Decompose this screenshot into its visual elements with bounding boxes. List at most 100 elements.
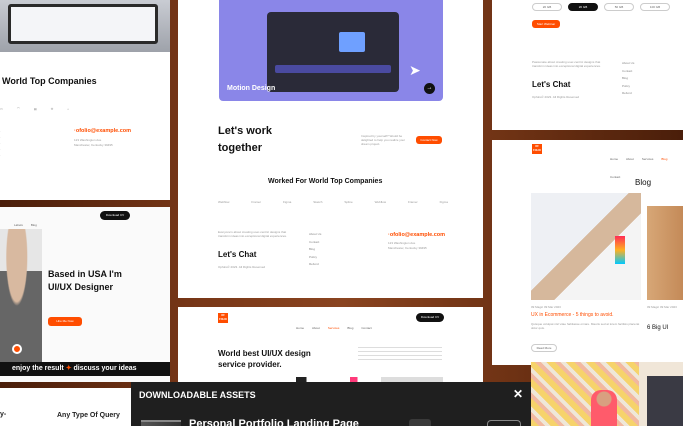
marquee-banner: enjoy the result ✦ discuss your ideas xyxy=(0,362,170,376)
cta-heading-line2: together xyxy=(218,142,262,154)
preview-card-left-bottom[interactable]: Labels Blog Download CV Based in USA I'm … xyxy=(0,207,170,382)
footer-link[interactable]: Contact xyxy=(622,68,634,76)
nav-item[interactable]: Blog xyxy=(347,326,353,330)
preview-card-center-bottom[interactable]: OF FOLIO Home About Services Blog Contact Dow… xyxy=(178,307,483,387)
footer-link[interactable]: Blog xyxy=(622,75,634,83)
post-date: 09 Magic 09 Mar 2023 xyxy=(531,305,561,309)
banner-text: discuss your ideas xyxy=(73,365,137,372)
company-logo: Webflow xyxy=(374,200,387,204)
hero-heading-line2: UI/UX Designer xyxy=(48,282,114,292)
arrow-button-icon[interactable]: → xyxy=(424,83,435,94)
nav-item[interactable]: About xyxy=(626,157,634,161)
person-image xyxy=(647,376,683,426)
nav-item[interactable]: Home xyxy=(610,157,618,161)
contact-now-button[interactable]: Contact Now xyxy=(416,136,442,144)
record-icon[interactable] xyxy=(12,344,22,354)
download-cv-button[interactable]: Download CV xyxy=(100,211,130,220)
query-heading: Any Type Of Query xyxy=(57,412,120,419)
company-logo: ⌂ xyxy=(67,107,70,111)
post-title[interactable]: 6 Big UI xyxy=(647,325,668,331)
hero-heading-line1: Based in USA I'm xyxy=(48,269,122,279)
plan-pill-active[interactable]: 20 GB xyxy=(568,3,598,11)
nav-menu: Home About Services Blog Contact xyxy=(296,316,380,334)
nav-item[interactable]: Services xyxy=(328,326,340,330)
company-logo: Framer xyxy=(251,200,262,204)
download-cv-button[interactable]: Download CV xyxy=(416,313,444,322)
footer-heading: y- xyxy=(0,411,7,418)
plan-pill[interactable]: 100 GB xyxy=(640,3,670,11)
footer-description: Passionate about creating user-centric d… xyxy=(532,60,601,68)
contact-email[interactable]: ·ofolio@example.com xyxy=(388,232,445,238)
person-image xyxy=(591,390,617,426)
copyright: Opfolio© 2023. All Rights Reserved xyxy=(532,95,580,99)
cursor-icon: ➤ xyxy=(409,62,421,78)
footer-link[interactable]: Refund xyxy=(309,261,321,269)
sparkle-icon: ✦ xyxy=(65,365,74,372)
laptop-screen xyxy=(8,4,158,44)
preview-card-left-footer[interactable]: y- Any Type Of Query xyxy=(0,388,132,426)
company-logo: Figma xyxy=(282,200,292,204)
preview-card-left-top[interactable]: World Top Companies ▭ ⌒ ▤ ✣ ⌂ ·ofolio@exampl… xyxy=(0,0,170,200)
nav-item[interactable]: Home xyxy=(296,326,304,330)
footer-link[interactable]: Policy xyxy=(309,254,321,262)
banner-text: enjoy the result xyxy=(12,365,64,372)
download-button-icon[interactable] xyxy=(409,419,431,426)
footer-links: About Us Contact Blog Policy Refund xyxy=(622,60,634,98)
hero-heading-line2: service provider. xyxy=(218,360,282,369)
contact-email[interactable]: ·ofolio@example.com xyxy=(74,128,131,134)
footer-links: About Us Contact Blog Policy Refund xyxy=(309,231,321,269)
post-date: 09 Magic 09 Mar 2023 xyxy=(647,305,677,309)
copyright: Opfolio© 2023. All Rights Reserved xyxy=(218,265,266,269)
footer-link[interactable]: Blog xyxy=(309,246,321,254)
company-logo: ▭ xyxy=(0,107,3,111)
footer-link[interactable]: Policy xyxy=(622,83,634,91)
preview-card-center[interactable]: ➤ Motion Design → Let's work together In… xyxy=(178,0,483,298)
preview-button[interactable] xyxy=(487,420,521,426)
cta-heading-line1: Let's work xyxy=(218,125,272,137)
hero-description xyxy=(358,347,442,363)
close-icon[interactable]: ✕ xyxy=(513,387,523,401)
nav-item[interactable]: Blog xyxy=(31,223,37,227)
nav-item[interactable]: Contact xyxy=(361,326,371,330)
footer-link[interactable]: Contact xyxy=(309,239,321,247)
company-logo-row: Webflow Framer Figma Sketch Spline Webfl… xyxy=(218,200,448,204)
address-line: Manchester, Kentucky 39495 xyxy=(388,246,427,250)
editor-window xyxy=(267,12,399,92)
motion-design-image: ➤ Motion Design → xyxy=(219,0,443,101)
company-logos: ▭ ⌒ ▤ ✣ ⌂ xyxy=(0,97,83,115)
company-logo: Sketch xyxy=(313,200,323,204)
post-excerpt: Quisque volutpat nisl vitae habitasse or… xyxy=(531,322,640,330)
asset-title[interactable]: Personal Portfolio Landing Page xyxy=(189,418,359,426)
start-webinar-button[interactable]: Start Webinar xyxy=(532,20,560,28)
footer-link[interactable]: Refund xyxy=(622,90,634,98)
footer-links: · · · · · xyxy=(0,129,1,157)
page-title: Blog xyxy=(635,178,652,187)
cta-description: Inspired by yourself? Would be delighted… xyxy=(361,134,406,146)
plan-pill[interactable]: 50 GB xyxy=(604,3,634,11)
read-more-button[interactable]: Read More xyxy=(531,344,557,352)
company-logo: ✣ xyxy=(50,107,54,111)
nav-item[interactable]: Labels xyxy=(14,223,23,227)
footer-chat-heading: Let's Chat xyxy=(532,80,571,89)
nav-item[interactable]: Blog xyxy=(661,157,667,161)
image-thumb xyxy=(339,32,365,52)
preview-card-right-bottom[interactable]: OF FOLIO Home About Services Blog Contact Blo… xyxy=(492,140,683,365)
footer-link[interactable]: About Us xyxy=(622,60,634,68)
preview-card-right-top[interactable]: 20 GB 20 GB 50 GB 100 GB Start Webinar P… xyxy=(492,0,683,130)
address-line: Manchester, Kentucky 39495 xyxy=(74,143,113,147)
asset-thumbnail xyxy=(141,420,181,426)
nav-item[interactable]: About xyxy=(312,326,320,330)
site-logo: OF FOLIO xyxy=(532,144,542,154)
hire-me-button[interactable]: Hire Me Now xyxy=(48,317,82,326)
footer-link[interactable]: About Us xyxy=(309,231,321,239)
preview-card-right-bottom-2[interactable] xyxy=(531,362,683,426)
company-logo: Framer xyxy=(407,200,418,204)
address-line: 123 Washington Ave xyxy=(74,138,102,142)
hero-heading-line1: World best UI/UX design xyxy=(218,349,311,358)
nav-item[interactable]: Services xyxy=(642,157,654,161)
image-caption: Motion Design xyxy=(227,85,276,92)
company-logo: ▤ xyxy=(33,107,37,111)
nav-item[interactable]: Contact xyxy=(610,175,620,179)
post-title[interactable]: UX in Ecommerce - 5 things to avoid. xyxy=(531,312,614,318)
plan-pill[interactable]: 20 GB xyxy=(532,3,562,11)
